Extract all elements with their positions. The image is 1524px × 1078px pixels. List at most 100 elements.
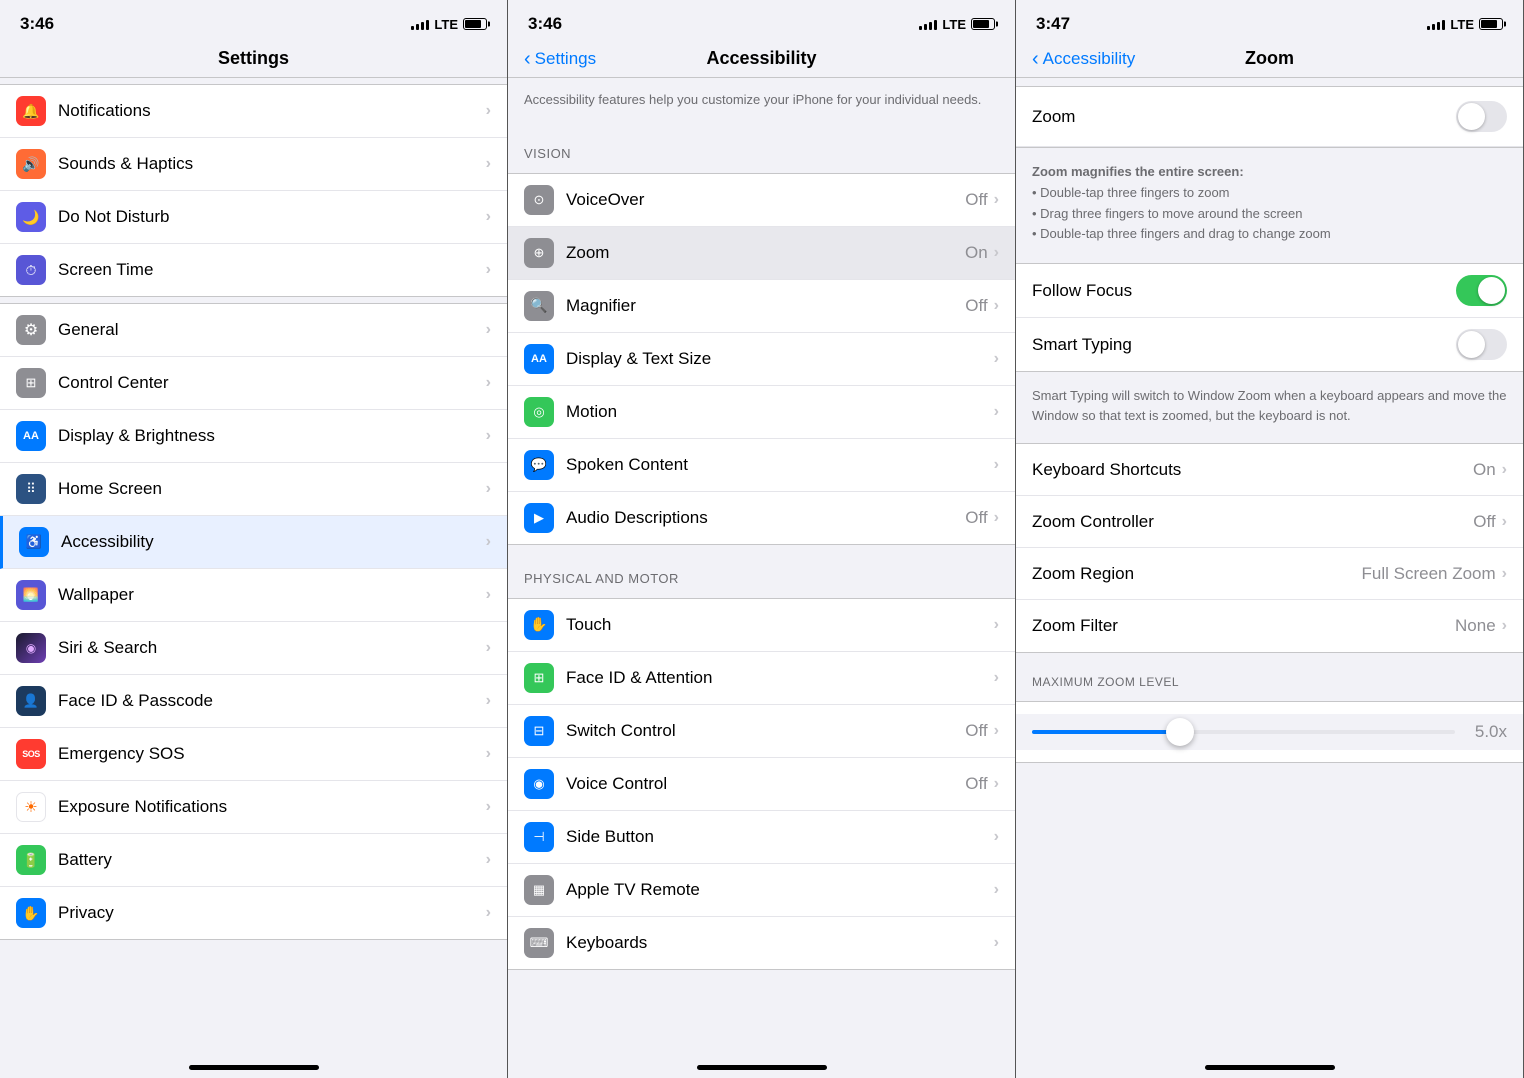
- follow-focus-thumb: [1478, 277, 1505, 304]
- chevron-icon: ›: [994, 934, 999, 952]
- list-item-zoom[interactable]: ⊕ Zoom On ›: [508, 227, 1015, 280]
- list-item-accessibility[interactable]: ♿ Accessibility ›: [0, 516, 507, 569]
- zoom-desc-bullet2: • Drag three fingers to move around the …: [1032, 206, 1302, 221]
- list-item-sos[interactable]: SOS Emergency SOS ›: [0, 728, 507, 781]
- home-indicator-2: [508, 1048, 1015, 1078]
- exposure-label: Exposure Notifications: [58, 797, 486, 817]
- panel-accessibility: 3:46 LTE ‹ Settings Accessibility Access…: [508, 0, 1016, 1078]
- zoom-slider-track[interactable]: [1032, 730, 1455, 734]
- list-item-exposure[interactable]: ☀ Exposure Notifications ›: [0, 781, 507, 834]
- list-item-sidebutton[interactable]: ⊣ Side Button ›: [508, 811, 1015, 864]
- zoom-filter-row[interactable]: Zoom Filter None ›: [1016, 600, 1523, 652]
- chevron-icon: ›: [486, 102, 491, 120]
- zoom-toggle-thumb: [1458, 103, 1485, 130]
- list-item-siri[interactable]: ◉ Siri & Search ›: [0, 622, 507, 675]
- settings-list-1: 🔔 Notifications › 🔊 Sounds & Haptics › 🌙…: [0, 78, 507, 1048]
- zoom-slider-thumb[interactable]: [1166, 718, 1194, 746]
- accessibility-description: Accessibility features help you customiz…: [508, 78, 1015, 126]
- zoom-toggle-label: Zoom: [1032, 107, 1456, 127]
- screentime-icon: ⏱: [16, 255, 46, 285]
- list-item-controlcenter[interactable]: ⊞ Control Center ›: [0, 357, 507, 410]
- max-zoom-group: 5.0x: [1016, 701, 1523, 763]
- zoom-desc-title: Zoom magnifies the entire screen:: [1032, 164, 1244, 179]
- faceidattn-label: Face ID & Attention: [566, 668, 994, 688]
- sos-icon: SOS: [16, 739, 46, 769]
- vision-header: VISION: [508, 126, 1015, 167]
- keyboard-shortcuts-row[interactable]: Keyboard Shortcuts On ›: [1016, 444, 1523, 496]
- list-item-audiodesc[interactable]: ▶ Audio Descriptions Off ›: [508, 492, 1015, 544]
- back-label-2: Settings: [535, 49, 596, 69]
- list-item-switchcontrol[interactable]: ⊟ Switch Control Off ›: [508, 705, 1015, 758]
- chevron-icon: ›: [994, 669, 999, 687]
- chevron-icon: ›: [994, 881, 999, 899]
- list-item-spokencontent[interactable]: 💬 Spoken Content ›: [508, 439, 1015, 492]
- back-button-2[interactable]: ‹ Settings: [524, 49, 596, 69]
- follow-focus-row[interactable]: Follow Focus: [1016, 264, 1523, 318]
- home-indicator-1: [0, 1048, 507, 1078]
- keyboard-shortcuts-label: Keyboard Shortcuts: [1032, 460, 1473, 480]
- general-label: General: [58, 320, 486, 340]
- list-item-magnifier[interactable]: 🔍 Magnifier Off ›: [508, 280, 1015, 333]
- zoom-toggle-row[interactable]: Zoom: [1016, 87, 1523, 147]
- time-2: 3:46: [528, 14, 562, 34]
- network-label-2: LTE: [942, 17, 966, 32]
- list-item-keyboards[interactable]: ⌨ Keyboards ›: [508, 917, 1015, 969]
- motor-header: PHYSICAL AND MOTOR: [508, 551, 1015, 592]
- list-item-faceid-attention[interactable]: ⊞ Face ID & Attention ›: [508, 652, 1015, 705]
- zoom-desc-bullet3: • Double-tap three fingers and drag to c…: [1032, 226, 1331, 241]
- list-item-notifications[interactable]: 🔔 Notifications ›: [0, 85, 507, 138]
- list-item-displaytext[interactable]: AA Display & Text Size ›: [508, 333, 1015, 386]
- list-item-general[interactable]: ⚙ General ›: [0, 304, 507, 357]
- list-item-donotdisturb[interactable]: 🌙 Do Not Disturb ›: [0, 191, 507, 244]
- list-item-voicecontrol[interactable]: ◉ Voice Control Off ›: [508, 758, 1015, 811]
- zoom-value: On: [965, 243, 988, 263]
- list-item-battery[interactable]: 🔋 Battery ›: [0, 834, 507, 887]
- list-item-homescreen[interactable]: ⠿ Home Screen ›: [0, 463, 507, 516]
- list-item-appletvremote[interactable]: ▦ Apple TV Remote ›: [508, 864, 1015, 917]
- list-item-privacy[interactable]: ✋ Privacy ›: [0, 887, 507, 939]
- time-3: 3:47: [1036, 14, 1070, 34]
- list-item-motion[interactable]: ◎ Motion ›: [508, 386, 1015, 439]
- chevron-icon: ›: [994, 350, 999, 368]
- zoom-label: Zoom: [566, 243, 965, 263]
- zoom-slider-container: 5.0x: [1016, 714, 1523, 750]
- list-item-voiceover[interactable]: ⊙ VoiceOver Off ›: [508, 174, 1015, 227]
- sidebtn-icon: ⊣: [524, 822, 554, 852]
- zoom-settings-list: Zoom Zoom magnifies the entire screen: •…: [1016, 78, 1523, 1048]
- chevron-icon: ›: [486, 639, 491, 657]
- list-item-screentime[interactable]: ⏱ Screen Time ›: [0, 244, 507, 296]
- smart-typing-note: Smart Typing will switch to Window Zoom …: [1016, 378, 1523, 437]
- list-item-sounds[interactable]: 🔊 Sounds & Haptics ›: [0, 138, 507, 191]
- list-item-display[interactable]: AA Display & Brightness ›: [0, 410, 507, 463]
- notifications-icon: 🔔: [16, 96, 46, 126]
- audiodesc-value: Off: [965, 508, 987, 528]
- sidebtn-label: Side Button: [566, 827, 994, 847]
- back-arrow-icon-3: ‹: [1032, 49, 1039, 69]
- follow-focus-toggle[interactable]: [1456, 275, 1507, 306]
- smart-typing-toggle[interactable]: [1456, 329, 1507, 360]
- spokencontent-label: Spoken Content: [566, 455, 994, 475]
- voicectrl-value: Off: [965, 774, 987, 794]
- battery-icon-item: 🔋: [16, 845, 46, 875]
- displaytext-icon: AA: [524, 344, 554, 374]
- zoom-region-row[interactable]: Zoom Region Full Screen Zoom ›: [1016, 548, 1523, 600]
- list-item-faceid[interactable]: 👤 Face ID & Passcode ›: [0, 675, 507, 728]
- zoom-desc-bullet1: • Double-tap three fingers to zoom: [1032, 185, 1230, 200]
- zoom-controller-row[interactable]: Zoom Controller Off ›: [1016, 496, 1523, 548]
- magnifier-label: Magnifier: [566, 296, 965, 316]
- zoom-region-value: Full Screen Zoom: [1362, 564, 1496, 584]
- back-button-3[interactable]: ‹ Accessibility: [1032, 49, 1135, 69]
- accessibility-list: Accessibility features help you customiz…: [508, 78, 1015, 1048]
- signal-icon-1: [411, 18, 429, 30]
- zoom-toggle[interactable]: [1456, 101, 1507, 132]
- status-icons-3: LTE: [1427, 17, 1503, 32]
- chevron-icon: ›: [486, 480, 491, 498]
- list-item-touch[interactable]: ✋ Touch ›: [508, 599, 1015, 652]
- voicectrl-label: Voice Control: [566, 774, 965, 794]
- wallpaper-icon: 🌅: [16, 580, 46, 610]
- chevron-icon: ›: [994, 509, 999, 527]
- smart-typing-row[interactable]: Smart Typing: [1016, 318, 1523, 371]
- list-item-wallpaper[interactable]: 🌅 Wallpaper ›: [0, 569, 507, 622]
- signal-icon-2: [919, 18, 937, 30]
- chevron-icon: ›: [486, 586, 491, 604]
